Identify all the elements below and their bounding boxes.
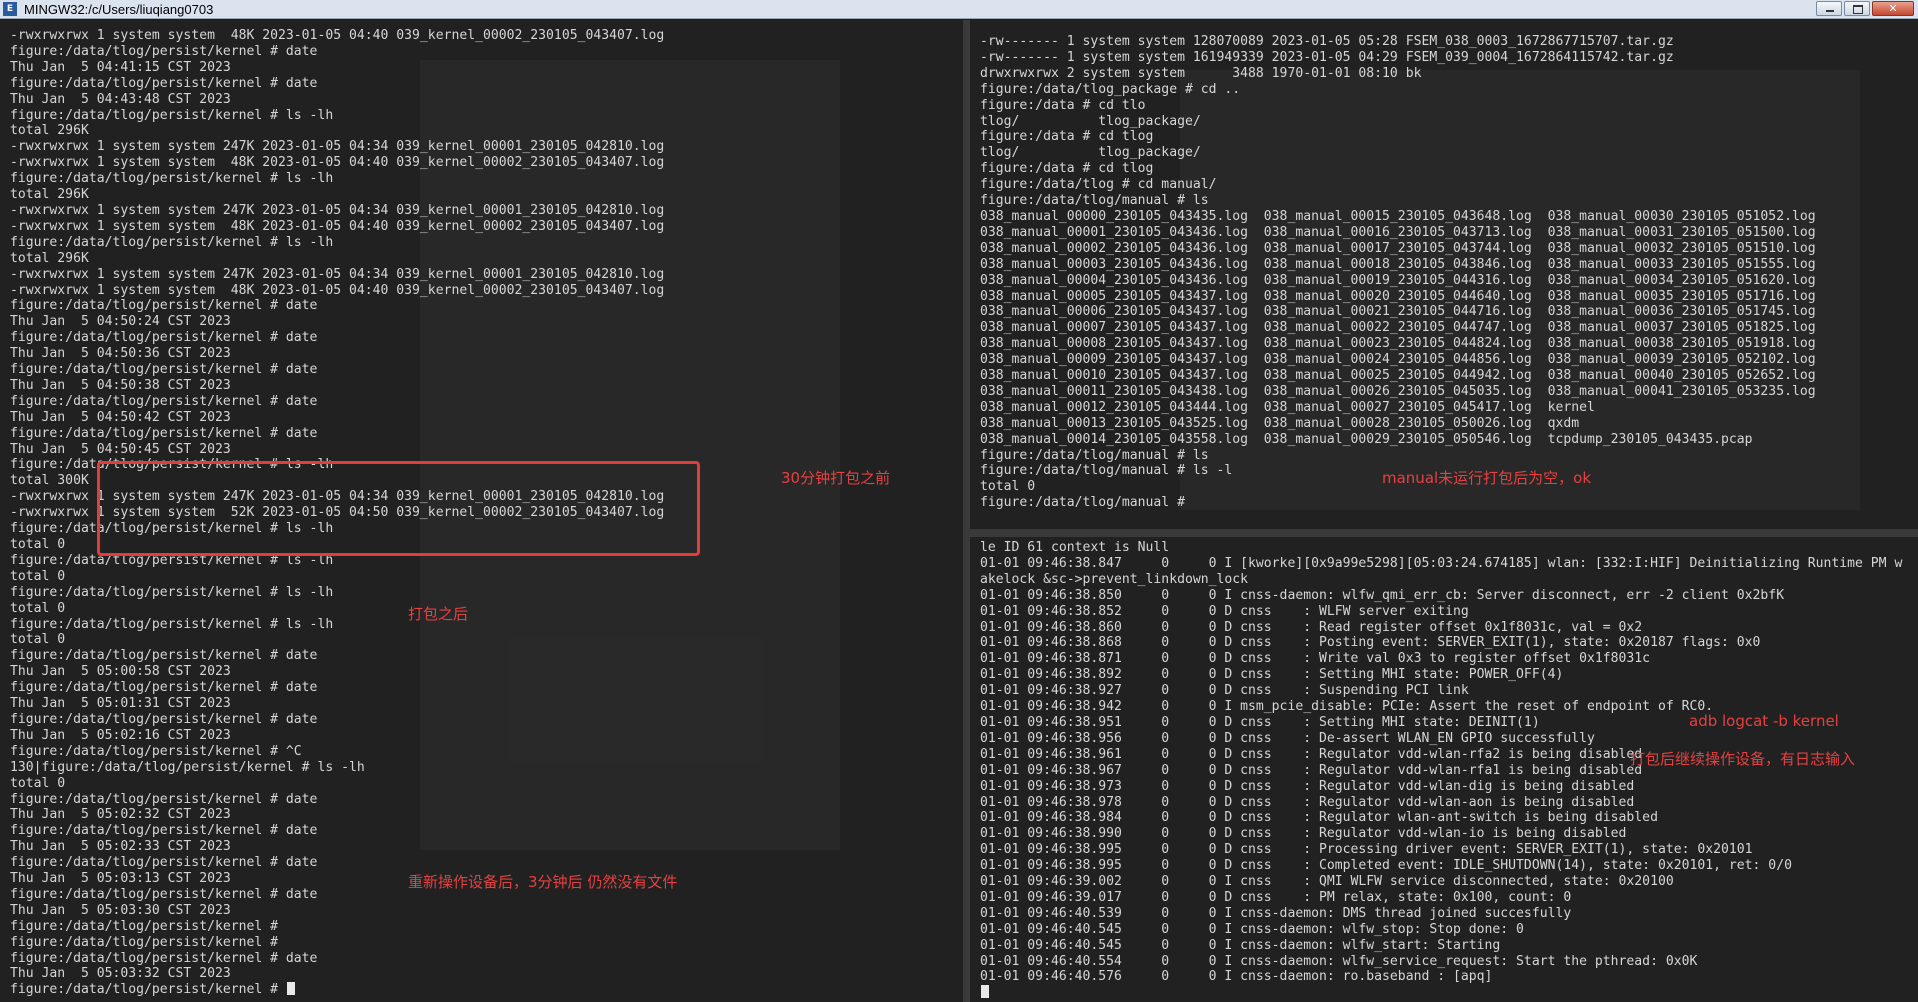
window-controls: ✕ [1814, 1, 1914, 17]
terminal-cursor [286, 982, 295, 996]
annotation-adb-logcat: adb logcat -b kernel [1689, 712, 1839, 730]
terminal-pane-left[interactable]: -rwxrwxrwx 1 system system 48K 2023-01-0… [0, 20, 963, 1002]
annotation-after-pack: 打包之后 [408, 605, 469, 623]
terminal-pane-bottom-right[interactable]: le ID 61 context is Null 01-01 09:46:38.… [970, 537, 1918, 1002]
terminal-pane-top-right[interactable]: -rw------- 1 system system 128070089 202… [970, 20, 1918, 529]
annotation-manual-empty: manual未运行打包后为空，ok [1382, 469, 1592, 487]
maximize-button[interactable] [1844, 1, 1870, 16]
minimize-button[interactable] [1816, 1, 1842, 16]
pane-divider-vertical[interactable] [963, 20, 970, 1002]
title-bar[interactable]: E MINGW32:/c/Users/liuqiang0703 ✕ [0, 0, 1918, 19]
terminal-output-top-right: -rw------- 1 system system 128070089 202… [980, 34, 1816, 511]
terminal-output-bottom-right: le ID 61 context is Null 01-01 09:46:38.… [980, 540, 1902, 1001]
annotation-continue-operating: 打包后继续操作设备，有日志输入 [1630, 750, 1856, 768]
pane-divider-horizontal[interactable] [970, 529, 1918, 537]
close-icon: ✕ [1888, 2, 1898, 15]
highlight-box-before-pack [97, 461, 700, 556]
terminal-app-icon: E [3, 2, 17, 16]
minimize-icon [1826, 10, 1834, 12]
close-button[interactable]: ✕ [1872, 1, 1914, 16]
annotation-before-30min: 30分钟打包之前 [781, 469, 891, 487]
window-title: MINGW32:/c/Users/liuqiang0703 [24, 2, 214, 17]
terminal-lines-top-right: -rw------- 1 system system 128070089 202… [980, 34, 1816, 511]
annotation-after-reoperate: 重新操作设备后，3分钟后 仍然没有文件 [408, 873, 678, 891]
terminal-prompt: figure:/data/tlog/persist/kernel # [10, 982, 286, 998]
terminal-cursor [981, 985, 989, 999]
maximize-icon [1853, 5, 1863, 14]
